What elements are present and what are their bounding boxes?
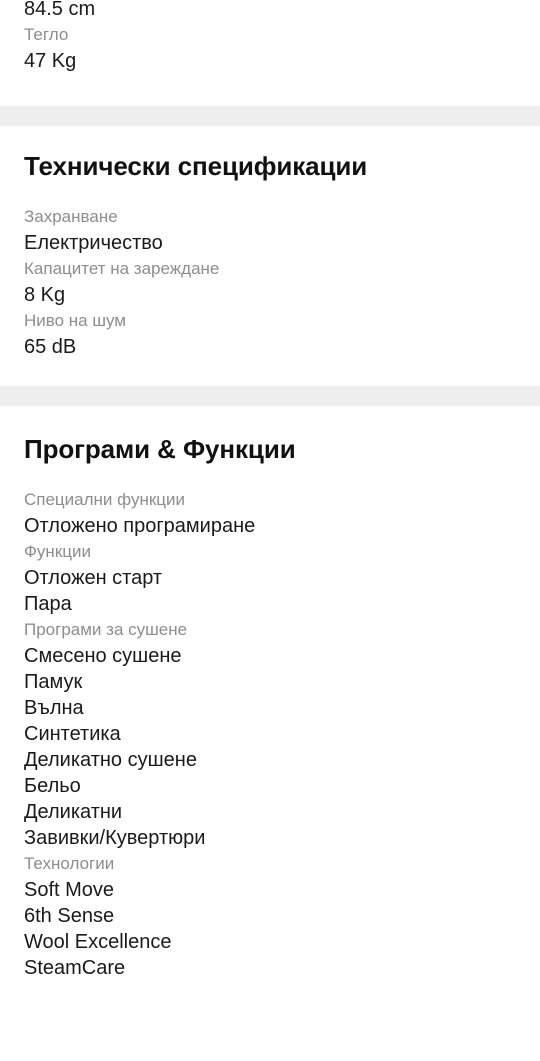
spec-group-noise-level: Ниво на шум 65 dB xyxy=(24,308,516,360)
spec-value-power-supply: Електричество xyxy=(24,232,163,254)
spec-group-power-supply: Захранване Електричество xyxy=(24,204,516,256)
spec-value-technology-4: SteamCare xyxy=(24,957,126,979)
section-programs-and-functions: Програми & Функции Специални функции Отл… xyxy=(0,406,540,981)
spec-label-load-capacity: Капацитет на зареждане xyxy=(24,259,220,278)
spec-group-load-capacity: Капацитет на зареждане 8 Kg xyxy=(24,256,516,308)
spec-value-technology-1: Soft Move xyxy=(24,879,115,901)
spec-group-technologies: Технологии Soft Move 6th Sense Wool Exce… xyxy=(24,851,516,981)
spec-label-drying-programs: Програми за сушене xyxy=(24,620,188,639)
spec-value-drying-program-7: Деликатни xyxy=(24,801,123,823)
spec-group-functions: Функции Отложен старт Пара xyxy=(24,539,516,617)
spec-value-depth: 84.5 cm xyxy=(24,0,96,20)
spec-value-noise-level: 65 dB xyxy=(24,336,77,358)
spec-group-special-functions: Специални функции Отложено програмиране xyxy=(24,487,516,539)
spec-label-noise-level: Ниво на шум xyxy=(24,311,126,330)
section-divider-band-2 xyxy=(0,386,540,406)
spec-label-power-supply: Захранване xyxy=(24,207,118,226)
spec-value-technology-2: 6th Sense xyxy=(24,905,115,927)
spec-group-weight: Тегло 47 Kg xyxy=(24,22,516,74)
spec-label-technologies: Технологии xyxy=(24,854,115,873)
section-dimensions: 84.5 cm Тегло 47 Kg xyxy=(0,0,540,106)
section-title-technical: Технически спецификации xyxy=(24,151,368,181)
programs-body: Специални функции Отложено програмиране … xyxy=(24,464,516,981)
spec-value-drying-program-5: Деликатно сушене xyxy=(24,749,197,771)
spec-value-weight: 47 Kg xyxy=(24,50,77,72)
spec-value-drying-program-4: Синтетика xyxy=(24,723,121,745)
spec-label-weight: Тегло xyxy=(24,25,69,44)
spec-group-drying-programs: Програми за сушене Смесено сушене Памук … xyxy=(24,617,516,851)
spec-value-drying-program-6: Бельо xyxy=(24,775,81,797)
section-technical-specifications: Технически спецификации Захранване Елект… xyxy=(0,126,540,386)
spec-value-drying-program-2: Памук xyxy=(24,671,83,693)
product-specifications-page: 84.5 cm Тегло 47 Kg Технически специфика… xyxy=(0,0,540,1057)
section-title-programs: Програми & Функции xyxy=(24,434,296,464)
spec-value-functions-1: Отложен старт xyxy=(24,567,163,589)
spec-label-functions: Функции xyxy=(24,542,91,561)
spec-value-drying-program-1: Смесено сушене xyxy=(24,645,182,667)
spec-value-functions-2: Пара xyxy=(24,593,72,615)
spec-value-load-capacity: 8 Kg xyxy=(24,284,66,306)
dimensions-body: 84.5 cm Тегло 47 Kg xyxy=(24,0,516,74)
spec-value-drying-program-3: Вълна xyxy=(24,697,84,719)
section-divider-band-1 xyxy=(0,106,540,126)
technical-body: Захранване Електричество Капацитет на за… xyxy=(24,181,516,386)
spec-value-drying-program-8: Завивки/Кувертюри xyxy=(24,827,206,849)
spec-value-technology-3: Wool Excellence xyxy=(24,931,172,953)
spec-value-special-functions-1: Отложено програмиране xyxy=(24,515,256,537)
spec-label-special-functions: Специални функции xyxy=(24,490,186,509)
